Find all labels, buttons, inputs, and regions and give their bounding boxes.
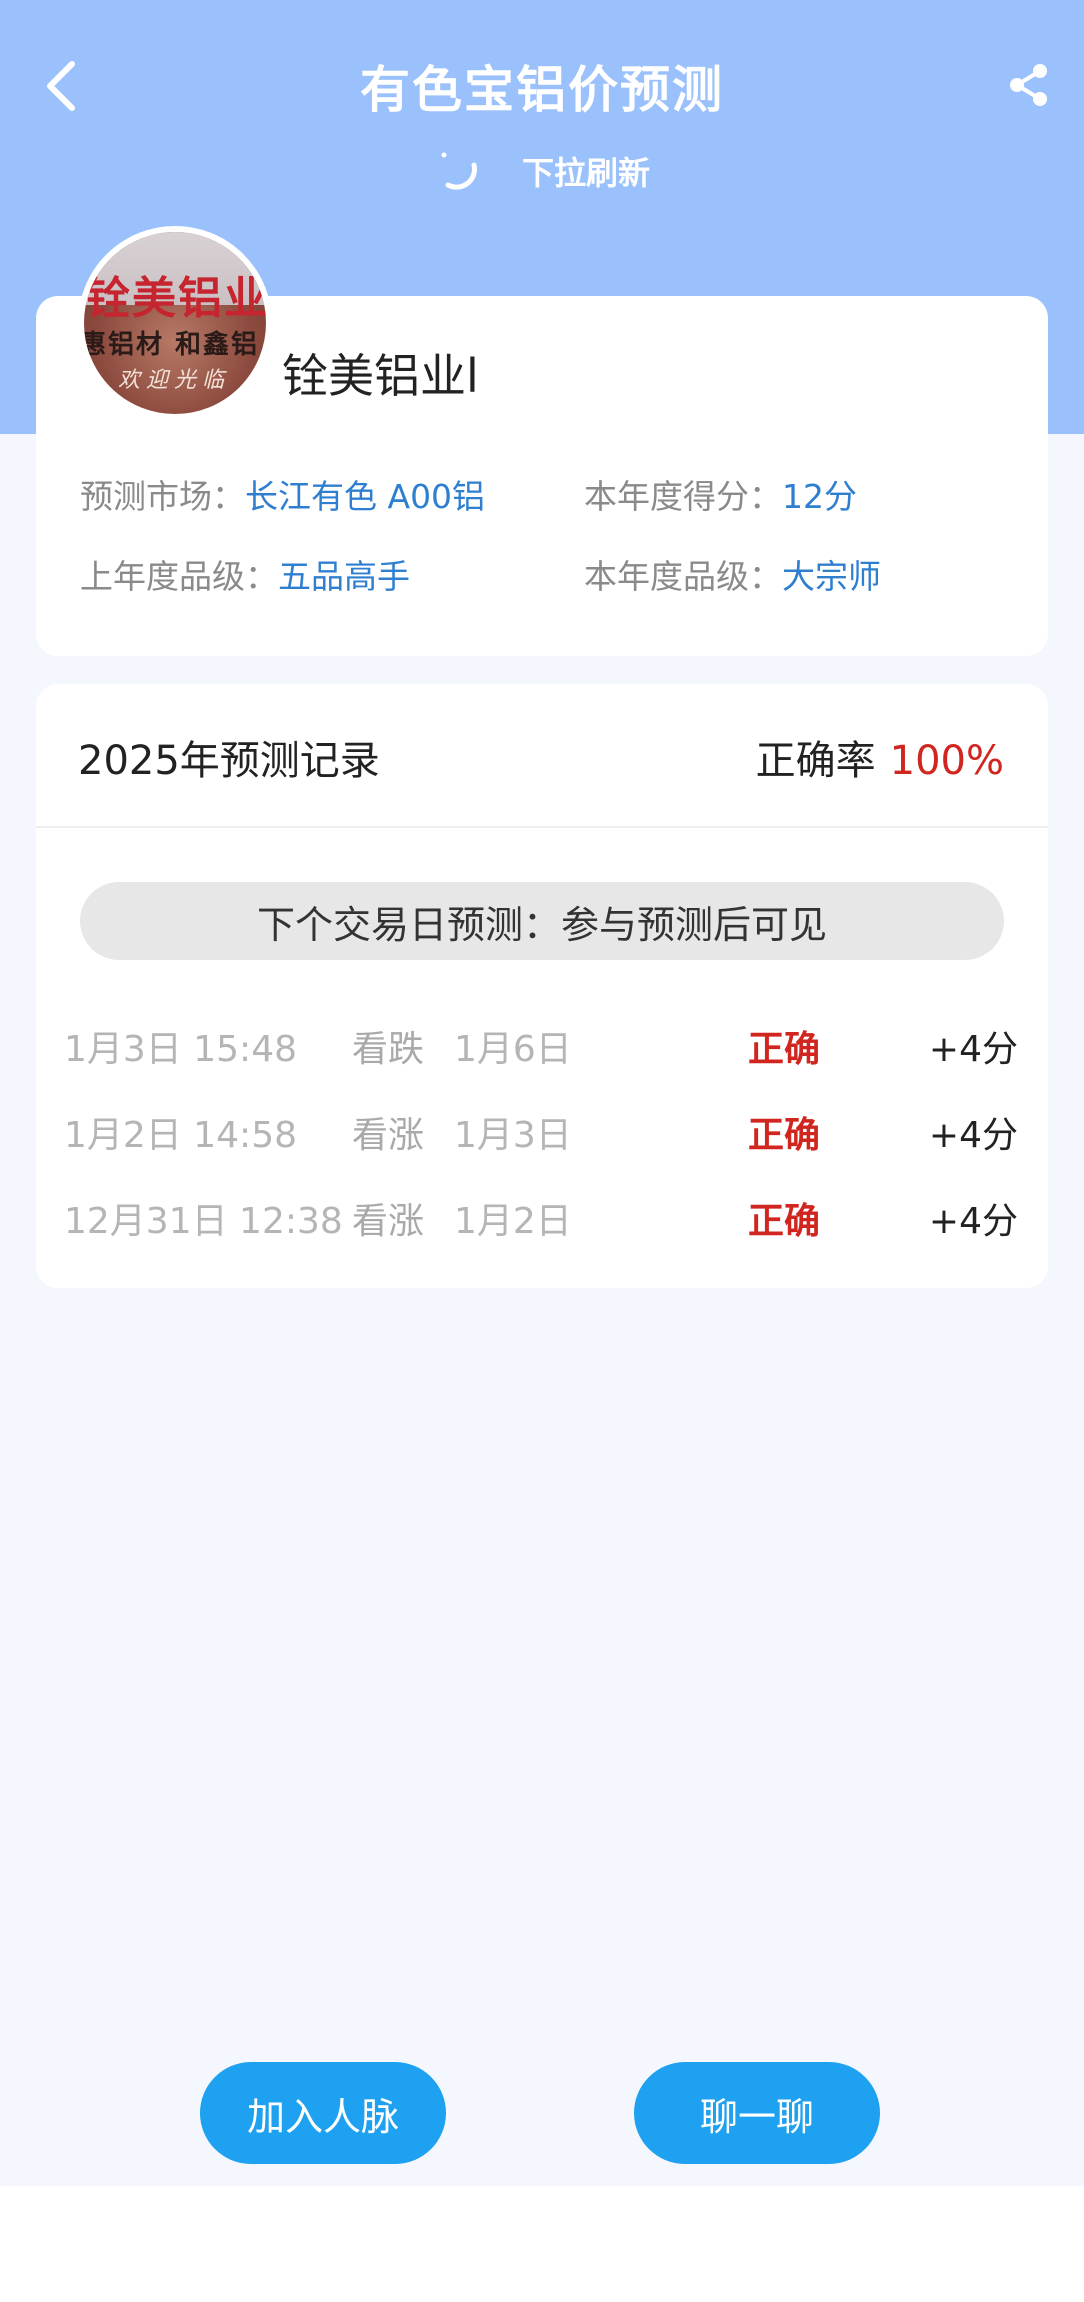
grade-label: 本年度品级： (584, 557, 782, 596)
grade-info: 本年度品级：大宗师 (584, 550, 881, 598)
share-button[interactable] (1002, 58, 1056, 112)
record-score: +4分 (928, 1201, 1018, 1242)
records-card: 2025年预测记录 正确率 100% 下个交易日预测：参与预测后可见 1月3日 1… (36, 684, 1048, 1288)
divider (36, 826, 1048, 828)
loading-spinner-icon (441, 152, 477, 190)
record-target: 1月3日 (454, 1115, 572, 1156)
record-date: 12月31日 12:38 (64, 1201, 343, 1242)
avatar-sign-text: 铨美铝业 (86, 273, 270, 324)
user-name: 铨美铝业l (282, 349, 479, 403)
records-title: 2025年预测记录 (78, 738, 380, 784)
last-grade-label: 上年度品级： (80, 557, 278, 596)
market-label: 预测市场： (80, 477, 245, 516)
table-row: 1月2日 14:58 看涨 1月3日 正确 +4分 (36, 1106, 1048, 1166)
record-direction: 看跌 (352, 1029, 425, 1070)
accuracy-label: 正确率 (755, 738, 876, 784)
avatar[interactable]: 铨美铝业 惠铝材 和鑫铝 欢迎光临 (78, 226, 272, 420)
record-score: +4分 (928, 1029, 1018, 1070)
add-contact-button[interactable]: 加入人脉 (200, 2062, 446, 2164)
grade-value: 大宗师 (782, 557, 881, 596)
accuracy: 正确率 100% (756, 728, 1004, 786)
market-value: 长江有色 A00铝 (245, 477, 486, 516)
last-grade-info: 上年度品级：五品高手 (80, 550, 410, 598)
share-icon (1010, 64, 1047, 106)
table-row: 1月3日 15:48 看跌 1月6日 正确 +4分 (36, 1020, 1048, 1080)
record-result: 正确 (748, 1115, 821, 1156)
record-direction: 看涨 (352, 1201, 425, 1242)
score-info: 本年度得分：12分 (584, 470, 857, 518)
record-target: 1月6日 (454, 1029, 572, 1070)
record-score: +4分 (928, 1115, 1018, 1156)
pull-to-refresh: 下拉刷新 (0, 146, 1084, 196)
record-result: 正确 (748, 1201, 821, 1242)
accuracy-value: 100% (889, 738, 1004, 784)
chat-button[interactable]: 聊一聊 (634, 2062, 880, 2164)
avatar-sign-text: 欢迎光临 (118, 368, 231, 393)
record-date: 1月3日 15:48 (64, 1029, 297, 1070)
score-value: 12分 (782, 477, 857, 516)
bottom-bar (0, 2186, 1084, 2302)
last-grade-value: 五品高手 (278, 557, 410, 596)
record-date: 1月2日 14:58 (64, 1115, 297, 1156)
record-result: 正确 (748, 1029, 821, 1070)
record-target: 1月2日 (454, 1201, 572, 1242)
page-title: 有色宝铝价预测 (360, 61, 724, 119)
record-direction: 看涨 (352, 1115, 425, 1156)
avatar-sign-text: 惠铝材 和鑫铝 (80, 330, 260, 360)
table-row: 12月31日 12:38 看涨 1月2日 正确 +4分 (36, 1192, 1048, 1252)
refresh-text: 下拉刷新 (521, 154, 650, 192)
market-info: 预测市场：长江有色 A00铝 (80, 470, 485, 518)
next-prediction-banner[interactable]: 下个交易日预测：参与预测后可见 (80, 882, 1004, 960)
score-label: 本年度得分： (584, 477, 782, 516)
